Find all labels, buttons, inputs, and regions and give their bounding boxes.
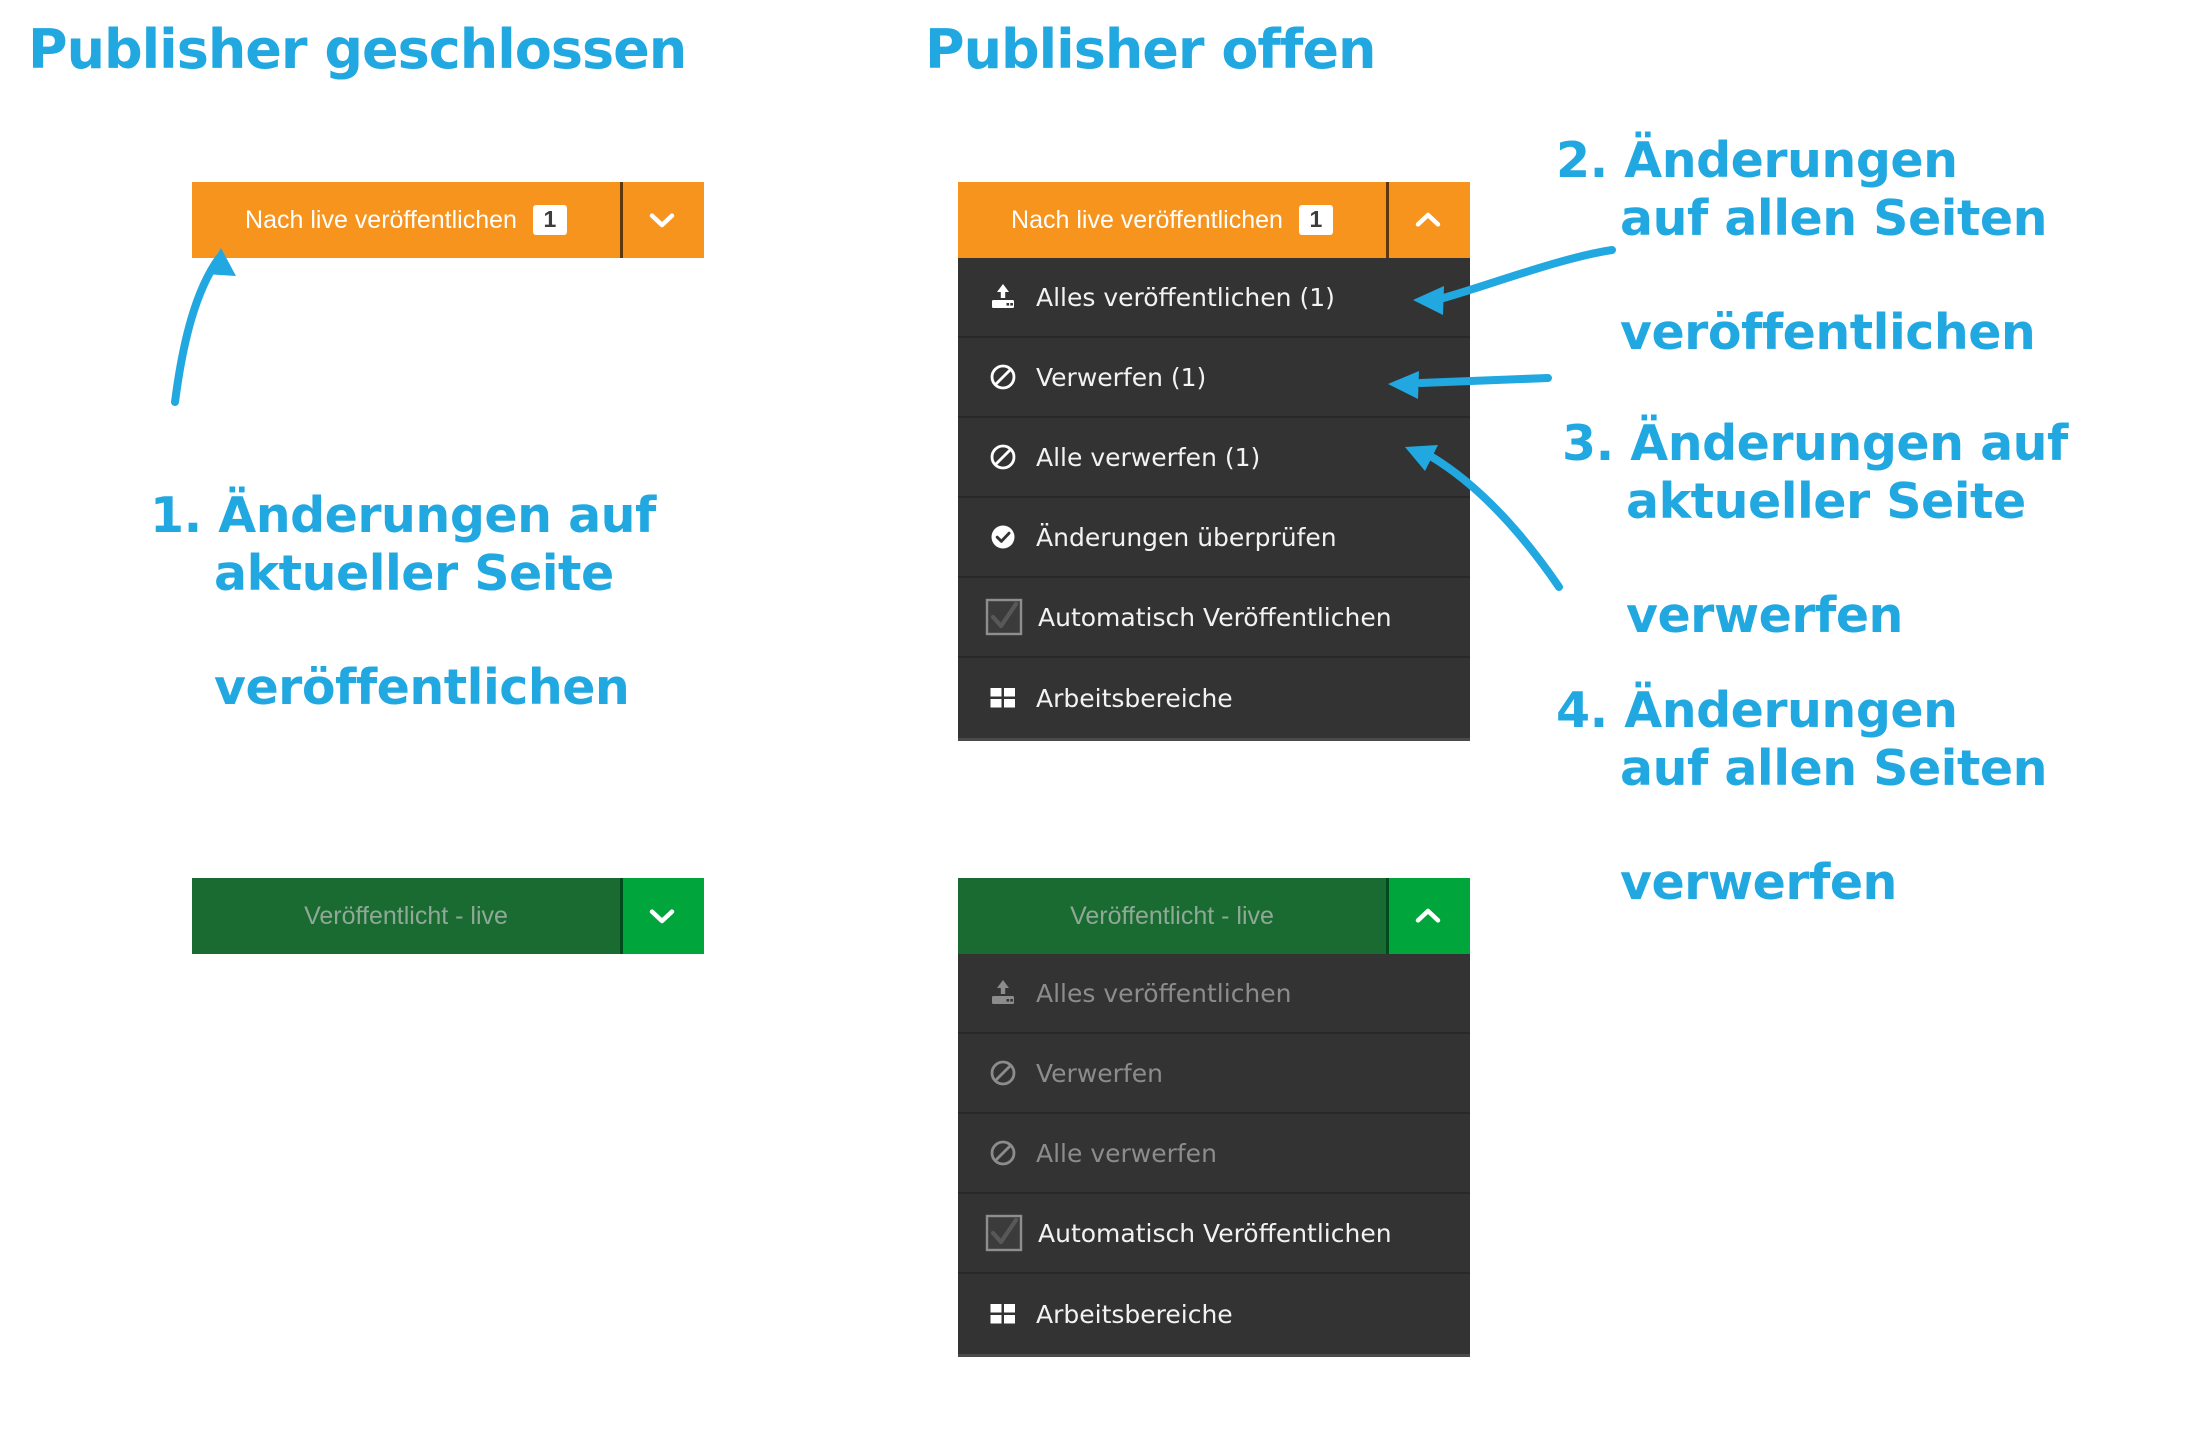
menu-item-publish-all[interactable]: Alles veröffentlichen (1): [958, 258, 1470, 338]
callout-1-line-1: 1. Änderungen auf: [150, 487, 656, 545]
pending-changes-badge: 1: [1298, 205, 1333, 235]
checkbox-checked-icon: [984, 597, 1024, 637]
block-icon: [988, 442, 1018, 472]
arrow-1: [171, 248, 236, 406]
menu-item-auto-publish[interactable]: Automatisch Veröffentlichen: [958, 1194, 1470, 1274]
menu-item-review-changes[interactable]: Änderungen überprüfen: [958, 498, 1470, 578]
checkbox-checked-icon: [984, 1213, 1024, 1253]
published-live-label: Veröffentlicht - live: [1070, 901, 1274, 930]
publisher-closed-orange: Nach live veröffentlichen 1: [192, 182, 704, 258]
block-icon: [988, 1058, 1018, 1088]
menu-item-label: Automatisch Veröffentlichen: [1038, 602, 1392, 632]
publisher-open-green: Veröffentlicht - live Alles veröffentlic…: [958, 878, 1470, 1357]
publish-upload-icon: [988, 282, 1018, 312]
publish-to-live-label: Nach live veröffentlichen: [245, 205, 517, 234]
callout-1-line-3: veröffentlichen: [214, 659, 630, 717]
chevron-up-icon: [1413, 901, 1443, 931]
publish-split-button-closed[interactable]: Nach live veröffentlichen 1: [192, 182, 704, 258]
menu-item-label: Arbeitsbereiche: [1036, 683, 1233, 713]
menu-item-label: Verwerfen (1): [1036, 362, 1207, 392]
grid-icon: [988, 683, 1018, 713]
menu-item-auto-publish[interactable]: Automatisch Veröffentlichen: [958, 578, 1470, 658]
published-split-button-open[interactable]: Veröffentlicht - live: [958, 878, 1470, 954]
callout-3-line-1: 3. Änderungen auf: [1562, 415, 2068, 473]
chevron-down-icon: [647, 901, 677, 931]
publisher-closed-green: Veröffentlicht - live: [192, 878, 704, 954]
published-live-status[interactable]: Veröffentlicht - live: [192, 878, 620, 954]
menu-item-workspaces[interactable]: Arbeitsbereiche: [958, 658, 1470, 738]
menu-item-discard: Verwerfen: [958, 1034, 1470, 1114]
menu-item-workspaces[interactable]: Arbeitsbereiche: [958, 1274, 1470, 1354]
menu-item-discard[interactable]: Verwerfen (1): [958, 338, 1470, 418]
publisher-open-orange: Nach live veröffentlichen 1 Alles veröff…: [958, 182, 1470, 741]
publisher-dropdown-toggle-closed[interactable]: [620, 182, 704, 258]
publisher-dropdown-toggle-open[interactable]: [1386, 182, 1470, 258]
menu-item-publish-all: Alles veröffentlichen: [958, 954, 1470, 1034]
publish-split-button-open[interactable]: Nach live veröffentlichen 1: [958, 182, 1470, 258]
callout-2-line-2: auf allen Seiten: [1620, 189, 2048, 247]
publish-upload-icon: [988, 978, 1018, 1008]
check-circle-icon: [988, 522, 1018, 552]
callout-4-line-3: verwerfen: [1620, 854, 1897, 912]
block-icon: [988, 362, 1018, 392]
publish-to-live-button[interactable]: Nach live veröffentlichen 1: [958, 182, 1386, 258]
pending-changes-badge: 1: [532, 205, 567, 235]
published-live-status[interactable]: Veröffentlicht - live: [958, 878, 1386, 954]
callout-4-line-1: 4. Änderungen: [1556, 682, 1958, 740]
menu-item-label: Alles veröffentlichen (1): [1036, 282, 1335, 312]
menu-item-label: Verwerfen: [1036, 1058, 1163, 1088]
callout-4-line-2: auf allen Seiten: [1620, 739, 2048, 797]
block-icon: [988, 1138, 1018, 1168]
heading-publisher-open: Publisher offen: [925, 18, 1376, 81]
menu-item-label: Arbeitsbereiche: [1036, 1299, 1233, 1329]
menu-item-discard-all[interactable]: Alle verwerfen (1): [958, 418, 1470, 498]
publisher-dropdown-menu-orange: Alles veröffentlichen (1) Verwerfen (1) …: [958, 258, 1470, 741]
callout-2-line-1: 2. Änderungen: [1556, 132, 1958, 190]
menu-item-label: Alle verwerfen: [1036, 1138, 1217, 1168]
publisher-dropdown-menu-green: Alles veröffentlichen Verwerfen Alle ver…: [958, 954, 1470, 1357]
callout-4: 4. Änderungen auf allen Seiten verwerfen: [1556, 625, 2048, 969]
chevron-up-icon: [1413, 205, 1443, 235]
callout-3-line-2: aktueller Seite: [1626, 472, 2026, 530]
heading-publisher-closed: Publisher geschlossen: [28, 18, 687, 81]
publish-to-live-label: Nach live veröffentlichen: [1011, 205, 1283, 234]
published-dropdown-toggle-open[interactable]: [1386, 878, 1470, 954]
chevron-down-icon: [647, 205, 677, 235]
publish-to-live-button[interactable]: Nach live veröffentlichen 1: [192, 182, 620, 258]
callout-2-line-3: veröffentlichen: [1620, 304, 2036, 362]
menu-item-label: Änderungen überprüfen: [1036, 522, 1337, 552]
published-split-button-closed[interactable]: Veröffentlicht - live: [192, 878, 704, 954]
published-live-label: Veröffentlicht - live: [304, 901, 508, 930]
grid-icon: [988, 1299, 1018, 1329]
callout-1: 1. Änderungen auf aktueller Seite veröff…: [150, 430, 656, 774]
callout-1-line-2: aktueller Seite: [214, 544, 614, 602]
menu-item-discard-all: Alle verwerfen: [958, 1114, 1470, 1194]
menu-item-label: Alle verwerfen (1): [1036, 442, 1261, 472]
menu-item-label: Automatisch Veröffentlichen: [1038, 1218, 1392, 1248]
menu-item-label: Alles veröffentlichen: [1036, 978, 1292, 1008]
published-dropdown-toggle-closed[interactable]: [620, 878, 704, 954]
